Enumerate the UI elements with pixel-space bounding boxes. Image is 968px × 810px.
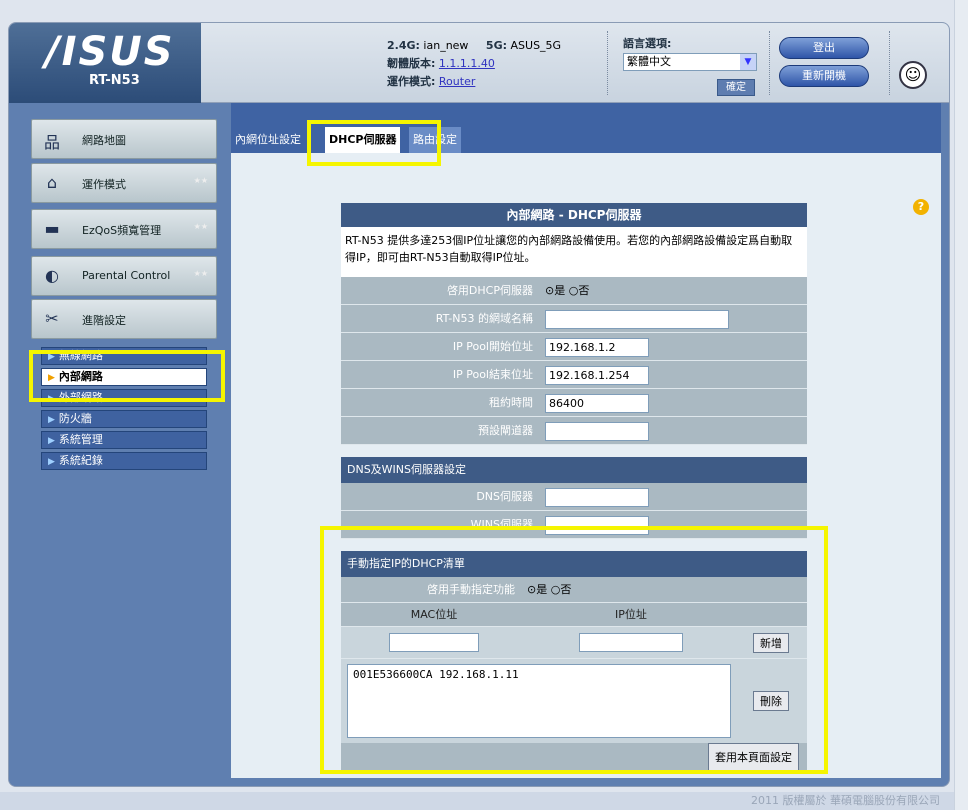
ssid-24-value: ian_new bbox=[423, 39, 469, 52]
language-label: 語言選項: bbox=[623, 37, 672, 50]
arrow-right-icon: ▶ bbox=[48, 457, 55, 467]
stars-icon: ★★ bbox=[193, 269, 208, 278]
network-map-icon: 品 bbox=[43, 133, 60, 152]
model-name: RT-N53 bbox=[89, 73, 140, 88]
sidebar-item-parental-control[interactable]: ◐ Parental Control ★★ bbox=[31, 256, 217, 296]
footer-copyright: 2011 版權屬於 華碩電腦股份有限公司 bbox=[0, 792, 968, 810]
sidebar-item-label: 進階設定 bbox=[82, 314, 126, 327]
vertical-scrollbar[interactable] bbox=[954, 0, 968, 810]
spacer bbox=[341, 445, 807, 457]
sidebar-item-operation-mode[interactable]: ⌂ 運作模式 ★★ bbox=[31, 163, 217, 203]
language-value: 繁體中文 bbox=[627, 55, 671, 68]
subnav-label: 系統紀錄 bbox=[58, 454, 103, 467]
pool-start-input[interactable]: 192.168.1.2 bbox=[545, 337, 649, 357]
status-info: 2.4G: ian_new 5G: ASUS_5G 韌體版本: 1.1.1.1.… bbox=[387, 37, 561, 91]
sidebar-item-ezqos[interactable]: ▬ EzQoS頻寬管理 ★★ bbox=[31, 209, 217, 249]
subnav-admin[interactable]: ▶ 系統管理 bbox=[41, 431, 207, 449]
arrow-right-icon: ▶ bbox=[48, 415, 55, 425]
mascot-icon: ☺ bbox=[899, 61, 927, 89]
sidebar-item-label: 運作模式 bbox=[82, 178, 126, 191]
sidebar-item-label: EzQoS頻寬管理 bbox=[82, 224, 162, 237]
parental-control-icon: ◐ bbox=[45, 266, 59, 285]
separator bbox=[607, 31, 608, 95]
router-icon: ⌂ bbox=[46, 173, 58, 192]
gateway-input[interactable] bbox=[545, 421, 649, 441]
logout-button[interactable]: 登出 bbox=[779, 37, 869, 59]
lease-row: 租約時間 86400 bbox=[341, 389, 807, 417]
highlight-dhcp-tab bbox=[307, 120, 441, 166]
domain-row: RT-N53 的網域名稱 bbox=[341, 305, 807, 333]
form-title: 內部網路 - DHCP伺服器 bbox=[341, 203, 807, 227]
header: /ISUS RT-N53 2.4G: ian_new 5G: ASUS_5G 韌… bbox=[9, 23, 949, 103]
mode-link[interactable]: Router bbox=[439, 75, 475, 88]
dns-input[interactable] bbox=[545, 487, 649, 507]
highlight-manual-dhcp bbox=[320, 526, 828, 774]
reboot-button[interactable]: 重新開機 bbox=[779, 65, 869, 87]
dns-section-title: DNS及WINS伺服器設定 bbox=[341, 457, 807, 483]
radio-no[interactable]: ○ bbox=[569, 284, 579, 297]
pool-end-row: IP Pool結束位址 192.168.1.254 bbox=[341, 361, 807, 389]
sidebar-item-network-map[interactable]: 品 網路地圖 bbox=[31, 119, 217, 159]
dns-row: DNS伺服器 bbox=[341, 483, 807, 511]
dns-label: DNS伺服器 bbox=[476, 490, 533, 503]
subnav-label: 系統管理 bbox=[58, 433, 103, 446]
radio-no-label: 否 bbox=[578, 284, 590, 297]
firmware-label: 韌體版本: bbox=[387, 57, 436, 70]
help-icon[interactable]: ? bbox=[913, 199, 929, 215]
sidebar-item-label: Parental Control bbox=[82, 269, 171, 282]
ssid-24-label: 2.4G: bbox=[387, 39, 420, 52]
sidebar-item-label: 網路地圖 bbox=[82, 134, 126, 147]
stars-icon: ★★ bbox=[193, 222, 208, 231]
pool-end-label: IP Pool結束位址 bbox=[452, 368, 533, 381]
mode-label: 運作模式: bbox=[387, 75, 436, 88]
radio-yes-label: 是 bbox=[554, 284, 566, 297]
language-ok-button[interactable]: 確定 bbox=[717, 79, 755, 96]
brand-logo: /ISUS RT-N53 bbox=[9, 23, 201, 103]
asus-logo: /ISUS bbox=[45, 29, 175, 75]
ssid-5-value: ASUS_5G bbox=[510, 39, 562, 52]
sidebar: 品 網路地圖 ⌂ 運作模式 ★★ ▬ EzQoS頻寬管理 ★★ ◐ Parent… bbox=[9, 103, 227, 786]
firmware-link[interactable]: 1.1.1.1.40 bbox=[439, 57, 495, 70]
domain-input[interactable] bbox=[545, 309, 729, 329]
arrow-right-icon: ▶ bbox=[48, 436, 55, 446]
tools-icon: ✂ bbox=[45, 309, 59, 328]
lease-label: 租約時間 bbox=[489, 396, 533, 409]
tab-lan-ip[interactable]: 內網位址設定 bbox=[231, 127, 305, 153]
subnav-label: 防火牆 bbox=[58, 412, 92, 425]
pool-end-input[interactable]: 192.168.1.254 bbox=[545, 365, 649, 385]
pool-start-label: IP Pool開始位址 bbox=[452, 340, 533, 353]
pool-start-row: IP Pool開始位址 192.168.1.2 bbox=[341, 333, 807, 361]
chevron-down-icon[interactable]: ▼ bbox=[740, 54, 756, 70]
subnav-syslog[interactable]: ▶ 系統紀錄 bbox=[41, 452, 207, 470]
separator bbox=[769, 31, 770, 95]
stars-icon: ★★ bbox=[193, 176, 208, 185]
separator bbox=[889, 31, 890, 95]
sidebar-item-advanced[interactable]: ✂ 進階設定 bbox=[31, 299, 217, 339]
qos-icon: ▬ bbox=[44, 219, 60, 238]
subnav-firewall[interactable]: ▶ 防火牆 bbox=[41, 410, 207, 428]
form-description: RT-N53 提供多達253個IP位址讓您的內部網路設備使用。若您的內部網路設備… bbox=[341, 227, 807, 277]
enable-dhcp-radios: ⊙是 ○否 bbox=[545, 277, 589, 305]
gateway-row: 預設閘道器 bbox=[341, 417, 807, 445]
ssid-5-label: 5G: bbox=[485, 39, 508, 52]
radio-yes[interactable]: ⊙ bbox=[545, 284, 554, 297]
highlight-lan-nav bbox=[29, 350, 225, 402]
domain-label: RT-N53 的網域名稱 bbox=[435, 312, 533, 325]
enable-dhcp-row: 啓用DHCP伺服器 ⊙是 ○否 bbox=[341, 277, 807, 305]
lease-input[interactable]: 86400 bbox=[545, 393, 649, 413]
gateway-label: 預設閘道器 bbox=[478, 424, 533, 437]
language-select[interactable]: 繁體中文 ▼ bbox=[623, 53, 757, 71]
enable-dhcp-label: 啓用DHCP伺服器 bbox=[446, 284, 533, 297]
